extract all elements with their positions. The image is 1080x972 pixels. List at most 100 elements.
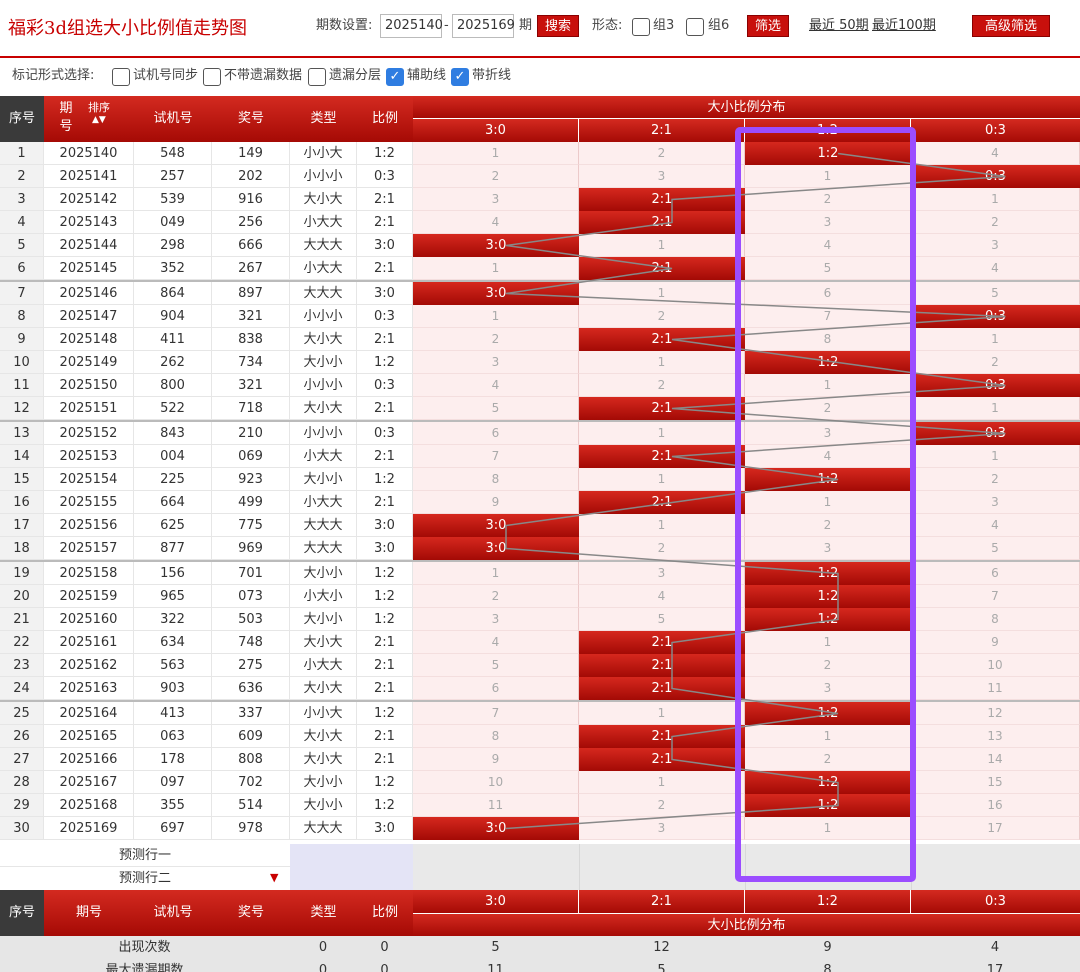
ratio-hit-cell: 0:3	[911, 374, 1080, 397]
cell-period: 2025166	[44, 748, 134, 771]
opt-polyline-label: 带折线	[472, 68, 512, 83]
omit-cell: 2	[413, 585, 579, 608]
period-unit: 期	[519, 18, 533, 33]
cell-seq: 25	[0, 702, 44, 725]
opt-aux-line-checkbox[interactable]: ✓	[386, 68, 404, 86]
col-type-header: 类型	[290, 96, 357, 142]
omit-cell: 1	[413, 562, 579, 585]
omit-cell: 1	[579, 514, 745, 537]
sort-arrows-icon[interactable]: ▲▼	[92, 115, 106, 125]
recent-100-link[interactable]: 最近100期	[872, 14, 936, 38]
omit-cell: 10	[413, 771, 579, 794]
omit-cell: 4	[413, 631, 579, 654]
omit-cell: 1	[413, 305, 579, 328]
cell-type: 小大大	[290, 257, 357, 280]
omit-cell: 1	[579, 702, 745, 725]
cell-prize: 734	[212, 351, 290, 374]
cell-period: 2025150	[44, 374, 134, 397]
opt-trial-sync-checkbox[interactable]	[112, 68, 130, 86]
footer-type-header: 类型	[290, 890, 357, 936]
cell-period: 2025149	[44, 351, 134, 374]
cell-prize: 337	[212, 702, 290, 725]
predict-row-1[interactable]: 预测行一	[0, 844, 290, 867]
advanced-filter-button[interactable]: 高级筛选	[972, 15, 1050, 37]
cell-seq: 13	[0, 422, 44, 445]
cell-period: 2025165	[44, 725, 134, 748]
cell-trial: 843	[134, 422, 212, 445]
cell-seq: 28	[0, 771, 44, 794]
cell-period: 2025160	[44, 608, 134, 631]
omit-cell: 16	[911, 794, 1080, 817]
col-prize-header: 奖号	[212, 96, 290, 142]
col-period-header[interactable]: 期号 排序 ▲▼	[44, 96, 134, 142]
cell-trial: 634	[134, 631, 212, 654]
opt-omit-layer-checkbox[interactable]	[308, 68, 326, 86]
cell-ratio: 1:2	[357, 794, 413, 817]
omit-cell: 4	[911, 514, 1080, 537]
ratio-hit-cell: 2:1	[579, 328, 745, 351]
predict-row-2[interactable]: 预测行二 ▼	[0, 867, 290, 890]
arrow-down-icon[interactable]: ▼	[270, 871, 278, 884]
cell-trial: 904	[134, 305, 212, 328]
cell-prize: 202	[212, 165, 290, 188]
cell-ratio: 3:0	[357, 537, 413, 560]
omit-cell: 7	[413, 702, 579, 725]
ratio-header-30: 3:0	[413, 119, 579, 142]
ratio-hit-cell: 0:3	[911, 305, 1080, 328]
footer-ratio-header: 比例	[357, 890, 413, 936]
cell-type: 小小小	[290, 165, 357, 188]
cell-type: 大小小	[290, 468, 357, 491]
cell-seq: 19	[0, 562, 44, 585]
omit-cell: 5	[911, 282, 1080, 305]
stats-label: 出现次数	[0, 936, 290, 959]
cell-trial: 257	[134, 165, 212, 188]
predict-type-cell	[290, 844, 413, 890]
stats-value: 17	[911, 959, 1080, 972]
cell-seq: 8	[0, 305, 44, 328]
period-to-input[interactable]: 2025169	[452, 14, 515, 38]
cell-type: 大小大	[290, 631, 357, 654]
opt-aux-line-label: 辅助线	[407, 68, 447, 83]
cell-trial: 049	[134, 211, 212, 234]
cell-trial: 262	[134, 351, 212, 374]
ratio-hit-cell: 3:0	[413, 817, 579, 840]
cell-type: 大小小	[290, 608, 357, 631]
cell-type: 小小大	[290, 702, 357, 725]
cell-prize: 775	[212, 514, 290, 537]
omit-cell: 1	[911, 328, 1080, 351]
cell-trial: 355	[134, 794, 212, 817]
group3-checkbox[interactable]	[632, 18, 650, 36]
cell-period: 2025169	[44, 817, 134, 840]
opt-no-omit-checkbox[interactable]	[203, 68, 221, 86]
omit-cell: 1	[579, 282, 745, 305]
cell-type: 小大大	[290, 491, 357, 514]
omit-cell: 17	[911, 817, 1080, 840]
search-button[interactable]: 搜索	[537, 15, 579, 37]
cell-period: 2025156	[44, 514, 134, 537]
ratio-hit-cell: 3:0	[413, 537, 579, 560]
cell-trial: 664	[134, 491, 212, 514]
cell-type: 小小大	[290, 142, 357, 165]
predict-row-2-label: 预测行二	[118, 871, 171, 886]
omit-cell: 14	[911, 748, 1080, 771]
sort-label[interactable]: 排序	[88, 102, 110, 114]
cell-trial: 548	[134, 142, 212, 165]
cell-ratio: 2:1	[357, 725, 413, 748]
filter-button[interactable]: 筛选	[747, 15, 789, 37]
group6-checkbox[interactable]	[686, 18, 704, 36]
cell-type: 大大大	[290, 282, 357, 305]
omit-cell: 3	[911, 234, 1080, 257]
cell-trial: 225	[134, 468, 212, 491]
omit-cell: 1	[579, 234, 745, 257]
cell-seq: 29	[0, 794, 44, 817]
recent-50-link[interactable]: 最近 50期	[809, 14, 869, 38]
cell-prize: 069	[212, 445, 290, 468]
opt-polyline-checkbox[interactable]: ✓	[451, 68, 469, 86]
period-from-input[interactable]: 2025140	[380, 14, 443, 38]
cell-ratio: 2:1	[357, 677, 413, 700]
cell-ratio: 1:2	[357, 468, 413, 491]
opt-trial-sync-label: 试机号同步	[133, 68, 199, 83]
omit-cell: 2	[413, 328, 579, 351]
omit-cell: 4	[911, 257, 1080, 280]
ratio-header-03: 0:3	[911, 119, 1080, 142]
